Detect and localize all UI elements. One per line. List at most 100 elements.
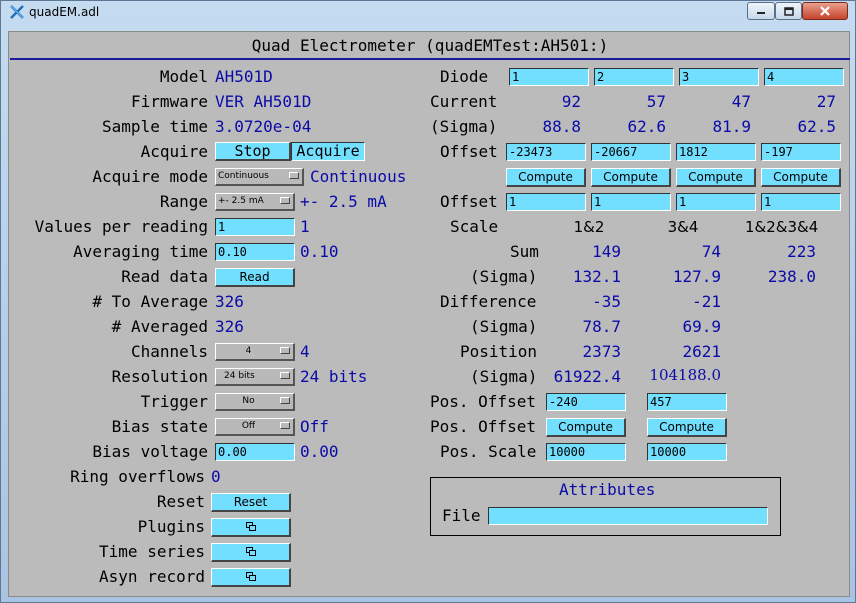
- current-label: Current: [430, 92, 498, 111]
- pos-scale-34-input[interactable]: 10000: [647, 443, 727, 461]
- range-value: +- 2.5 mA: [300, 192, 387, 211]
- offset-4-input[interactable]: -197: [761, 143, 841, 161]
- related-display-icon: [245, 572, 256, 581]
- related-display-icon: [245, 547, 256, 556]
- minimize-icon: [757, 12, 765, 14]
- compute-4-button[interactable]: Compute: [761, 168, 841, 187]
- pos-offset-34-input[interactable]: 457: [647, 393, 727, 411]
- attributes-group: Attributes File: [430, 477, 781, 536]
- current-2-value: 57: [646, 92, 666, 111]
- position-sigma-12-value: 61922.4: [553, 367, 621, 386]
- sample-time-label: Sample time: [102, 117, 208, 136]
- channels-menu-label: 4: [245, 346, 252, 356]
- display-panel: Quad Electrometer (quadEMTest:AH501:) Mo…: [8, 31, 850, 597]
- acquire-mode-label: Acquire mode: [92, 167, 208, 186]
- compute-1-button[interactable]: Compute: [506, 168, 586, 187]
- offset-2-input[interactable]: -20667: [591, 143, 671, 161]
- plugins-button[interactable]: [211, 518, 291, 537]
- title-divider: [10, 58, 850, 60]
- trigger-menu-label: No: [242, 396, 255, 406]
- position-sigma-34-value: 104188.0: [649, 366, 721, 384]
- ring-overflows-label: Ring overflows: [70, 467, 205, 486]
- current-sigma-label: (Sigma): [430, 117, 498, 136]
- offset-1-input[interactable]: -23473: [506, 143, 586, 161]
- diode-2-input[interactable]: 2: [594, 68, 674, 86]
- bias-voltage-input[interactable]: 0.00: [215, 443, 295, 461]
- resolution-menu-label: 24 bits: [224, 371, 255, 381]
- minimize-button[interactable]: [747, 2, 775, 20]
- trigger-menu[interactable]: No: [215, 393, 295, 411]
- menu-arrow-icon: [280, 397, 290, 404]
- acquire-mode-menu[interactable]: Continuous: [215, 168, 304, 186]
- scale-header-1234: 1&2&3&4: [745, 218, 819, 236]
- pos-offset-compute-label: Pos. Offset: [430, 417, 536, 436]
- averaging-time-input[interactable]: 0.10: [215, 243, 295, 261]
- file-label: File: [442, 506, 481, 525]
- reset-button[interactable]: Reset: [211, 493, 291, 512]
- values-per-reading-value: 1: [300, 217, 310, 236]
- bias-voltage-label: Bias voltage: [92, 442, 208, 461]
- resolution-label: Resolution: [111, 367, 208, 386]
- scale-header-12: 1&2: [573, 218, 605, 236]
- compute-2-button[interactable]: Compute: [591, 168, 671, 187]
- reset-label: Reset: [156, 492, 205, 511]
- sum-sigma-1234-value: 238.0: [767, 267, 816, 286]
- position-label: Position: [460, 342, 538, 361]
- sum-label: Sum: [510, 242, 539, 261]
- asyn-record-button[interactable]: [211, 568, 291, 587]
- scale-header-34: 3&4: [667, 218, 699, 236]
- range-menu[interactable]: +- 2.5 mA: [215, 193, 295, 211]
- sum-12-value: 149: [592, 242, 621, 261]
- plugins-label: Plugins: [137, 517, 205, 536]
- offset-3-input[interactable]: 1812: [676, 143, 756, 161]
- close-button[interactable]: [802, 2, 848, 20]
- diode-label: Diode: [440, 67, 489, 86]
- values-per-reading-input[interactable]: 1: [215, 218, 295, 236]
- time-series-button[interactable]: [211, 543, 291, 562]
- diode-3-input[interactable]: 3: [679, 68, 759, 86]
- range-label: Range: [159, 192, 208, 211]
- bias-state-value: Off: [300, 417, 329, 436]
- difference-34-value: -21: [692, 292, 721, 311]
- pos-scale-label: Pos. Scale: [440, 442, 537, 461]
- channels-menu[interactable]: 4: [215, 343, 295, 361]
- maximize-button[interactable]: [775, 2, 802, 20]
- difference-label: Difference: [440, 292, 537, 311]
- position-sigma-label: (Sigma): [470, 367, 538, 386]
- close-icon: [820, 6, 830, 16]
- compute-3-button[interactable]: Compute: [676, 168, 756, 187]
- bias-state-menu[interactable]: Off: [215, 418, 295, 436]
- offset2-4-input[interactable]: 1: [761, 193, 841, 211]
- difference-sigma-12-value: 78.7: [582, 317, 621, 336]
- acquire-label: Acquire: [140, 142, 208, 161]
- current-sigma-3-value: 81.9: [712, 117, 751, 136]
- current-sigma-4-value: 62.5: [797, 117, 836, 136]
- pos-offset-compute-34-button[interactable]: Compute: [647, 418, 727, 437]
- scale-label: Scale: [450, 217, 499, 236]
- current-4-value: 27: [816, 92, 836, 111]
- offset2-label: Offset: [440, 192, 498, 211]
- stop-button[interactable]: Stop: [215, 142, 291, 161]
- diode-1-input[interactable]: 1: [509, 68, 589, 86]
- diode-4-input[interactable]: 4: [764, 68, 844, 86]
- resolution-menu[interactable]: 24 bits: [215, 368, 295, 386]
- pos-offset-12-input[interactable]: -240: [546, 393, 626, 411]
- asyn-record-label: Asyn record: [99, 567, 205, 586]
- sum-34-value: 74: [701, 242, 721, 261]
- file-input[interactable]: [488, 507, 768, 525]
- offset2-3-input[interactable]: 1: [676, 193, 756, 211]
- bias-voltage-value: 0.00: [300, 442, 339, 461]
- title-bar[interactable]: quadEM.adl: [1, 1, 855, 25]
- pos-offset-compute-12-button[interactable]: Compute: [546, 418, 626, 437]
- averaged-label: # Averaged: [111, 317, 208, 336]
- offset2-2-input[interactable]: 1: [591, 193, 671, 211]
- pos-scale-12-input[interactable]: 10000: [546, 443, 626, 461]
- acquire-state-button[interactable]: Acquire: [291, 142, 365, 161]
- current-sigma-1-value: 88.8: [542, 117, 581, 136]
- offset2-1-input[interactable]: 1: [506, 193, 586, 211]
- channels-label: Channels: [130, 342, 208, 361]
- menu-arrow-icon: [289, 172, 299, 179]
- read-button[interactable]: Read: [215, 268, 295, 287]
- sum-sigma-12-value: 132.1: [572, 267, 621, 286]
- menu-arrow-icon: [280, 347, 290, 354]
